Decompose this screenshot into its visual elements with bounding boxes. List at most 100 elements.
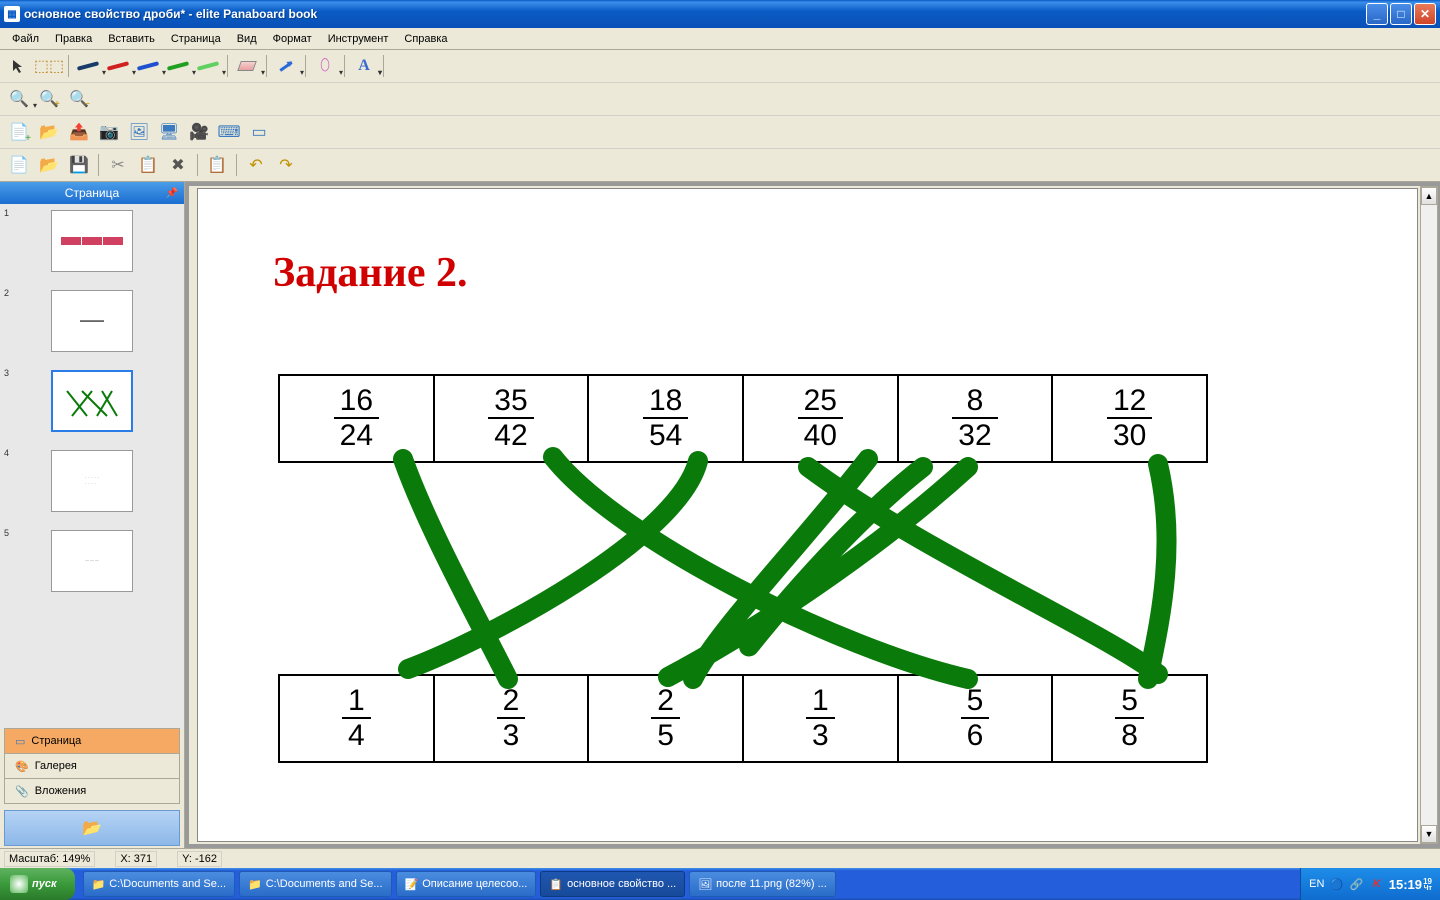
sidebar-footer-button[interactable]: 📂: [4, 810, 180, 846]
tab-page[interactable]: ▭Страница: [4, 728, 180, 754]
app-icon: ▦: [4, 6, 20, 22]
x-label: X:: [120, 853, 130, 865]
taskbar-task[interactable]: 📋основное свойство ...: [540, 871, 685, 897]
undo-button[interactable]: ↶: [243, 152, 269, 178]
select-tool[interactable]: ⬚⬚: [36, 53, 62, 79]
eraser-tool[interactable]: ▾: [234, 53, 260, 79]
task-label: C:\Documents and Se...: [266, 878, 383, 890]
window-button[interactable]: ▭: [246, 119, 272, 145]
thumbnail-1[interactable]: 1: [6, 210, 178, 272]
save-button[interactable]: 💾: [66, 152, 92, 178]
screen-button[interactable]: 🖥: [156, 119, 182, 145]
marker-lightgreen[interactable]: ▾: [195, 53, 221, 79]
tab-attachments[interactable]: 📎Вложения: [4, 778, 180, 804]
page-title: Задание 2.: [273, 249, 467, 297]
tray-icon-2[interactable]: 🔗: [1349, 876, 1365, 892]
toolbar-insert: 📄+ 📂 📤 📷 🖼 🖥 🎥 ⌨ ▭: [0, 116, 1440, 149]
tray-icon-k[interactable]: K: [1369, 876, 1385, 892]
clock-hm: 15:19: [1389, 877, 1422, 892]
main-area: Страница 📌 1 2▬▬▬▬ 3 4· · · · ·· · · · 5─ ─ …: [0, 182, 1440, 848]
import-button[interactable]: 📂: [36, 119, 62, 145]
status-x: X: 371: [115, 851, 157, 867]
lang-indicator[interactable]: EN: [1309, 876, 1325, 892]
export-button[interactable]: 📤: [66, 119, 92, 145]
thumbnail-3[interactable]: 3: [6, 370, 178, 432]
taskbar: пуск 📁C:\Documents and Se...📁C:\Document…: [0, 868, 1440, 900]
page-icon: ▭: [15, 735, 25, 748]
marker-black[interactable]: ▾: [75, 53, 101, 79]
taskbar-task[interactable]: 🖼после 11.png (82%) ...: [689, 871, 836, 897]
fraction-cell: 23: [434, 675, 589, 762]
menu-page[interactable]: Страница: [163, 31, 229, 47]
menu-view[interactable]: Вид: [229, 31, 265, 47]
video-button[interactable]: 🎥: [186, 119, 212, 145]
picture-button[interactable]: 🖼: [126, 119, 152, 145]
clock-day: Чт: [1424, 885, 1432, 892]
thumbnails-panel[interactable]: 1 2▬▬▬▬ 3 4· · · · ·· · · · 5─ ─ ─: [0, 204, 184, 729]
fraction-cell: 832: [898, 375, 1053, 462]
bottom-fraction-table: 142325135658: [278, 674, 1208, 763]
sidebar-title: Страница: [65, 186, 119, 200]
start-button[interactable]: пуск: [0, 868, 75, 900]
sidebar: Страница 📌 1 2▬▬▬▬ 3 4· · · · ·· · · · 5─ ─ …: [0, 182, 185, 848]
fraction-cell: 58: [1052, 675, 1207, 762]
menubar: Файл Правка Вставить Страница Вид Формат…: [0, 28, 1440, 50]
menu-help[interactable]: Справка: [396, 31, 455, 47]
paste-button[interactable]: 📋: [204, 152, 230, 178]
system-tray: EN 🔵 🔗 K 15:19 19 Чт: [1300, 868, 1440, 900]
taskbar-task[interactable]: 📝Описание целесоо...: [396, 871, 537, 897]
marker-red[interactable]: ▾: [105, 53, 131, 79]
camera-button[interactable]: 📷: [96, 119, 122, 145]
scroll-down-button[interactable]: ▼: [1421, 825, 1437, 843]
thumbnail-5[interactable]: 5─ ─ ─: [6, 530, 178, 592]
tab-gallery[interactable]: 🎨Галерея: [4, 753, 180, 779]
marker-blue[interactable]: ▾: [135, 53, 161, 79]
pen-tool[interactable]: ▾: [273, 53, 299, 79]
cut-button[interactable]: ✂: [105, 152, 131, 178]
tab-attach-label: Вложения: [35, 785, 87, 797]
thumbnail-4[interactable]: 4· · · · ·· · · ·: [6, 450, 178, 512]
marker-green[interactable]: ▾: [165, 53, 191, 79]
pin-icon[interactable]: 📌: [166, 188, 178, 199]
new-page-button[interactable]: 📄+: [6, 119, 32, 145]
copy-button[interactable]: 📋: [135, 152, 161, 178]
close-button[interactable]: ✕: [1414, 3, 1436, 25]
taskbar-task[interactable]: 📁C:\Documents and Se...: [239, 871, 391, 897]
canvas-viewport[interactable]: Задание 2. 16243542185425408321230 14232…: [189, 186, 1420, 844]
status-scale: Масштаб: 149%: [4, 851, 95, 867]
menu-insert[interactable]: Вставить: [100, 31, 163, 47]
task-label: основное свойство ...: [567, 878, 676, 890]
task-label: C:\Documents and Se...: [109, 878, 226, 890]
text-tool[interactable]: A▾: [351, 53, 377, 79]
menu-format[interactable]: Формат: [265, 31, 320, 47]
vertical-scrollbar[interactable]: ▲ ▼: [1420, 186, 1438, 844]
scroll-track[interactable]: [1421, 205, 1437, 825]
zoom-tool[interactable]: 🔍▾: [6, 86, 32, 112]
thumbnail-2[interactable]: 2▬▬▬▬: [6, 290, 178, 352]
open-button[interactable]: 📂: [36, 152, 62, 178]
scroll-up-button[interactable]: ▲: [1421, 187, 1437, 205]
minimize-button[interactable]: _: [1366, 3, 1388, 25]
maximize-button[interactable]: □: [1390, 3, 1412, 25]
x-value: 371: [134, 853, 152, 865]
new-button[interactable]: 📄: [6, 152, 32, 178]
menu-tool[interactable]: Инструмент: [320, 31, 397, 47]
fraction: 2540: [798, 384, 843, 452]
zoom-out-button[interactable]: 🔍−: [66, 86, 92, 112]
zoom-in-button[interactable]: 🔍+: [36, 86, 62, 112]
fraction-cell: 1854: [588, 375, 743, 462]
titlebar: ▦ основное свойство дроби* - elite Panab…: [0, 0, 1440, 28]
delete-button[interactable]: ✖: [165, 152, 191, 178]
menu-edit[interactable]: Правка: [47, 31, 100, 47]
menu-file[interactable]: Файл: [4, 31, 47, 47]
redo-button[interactable]: ↷: [273, 152, 299, 178]
shape-tool[interactable]: ⬯▾: [312, 53, 338, 79]
fraction-cell: 56: [898, 675, 1053, 762]
clock[interactable]: 15:19 19 Чт: [1389, 877, 1432, 892]
keyboard-button[interactable]: ⌨: [216, 119, 242, 145]
pointer-tool[interactable]: [6, 53, 32, 79]
top-fraction-table: 16243542185425408321230: [278, 374, 1208, 463]
page-canvas[interactable]: Задание 2. 16243542185425408321230 14232…: [197, 188, 1418, 842]
tray-icon-1[interactable]: 🔵: [1329, 876, 1345, 892]
taskbar-task[interactable]: 📁C:\Documents and Se...: [83, 871, 235, 897]
